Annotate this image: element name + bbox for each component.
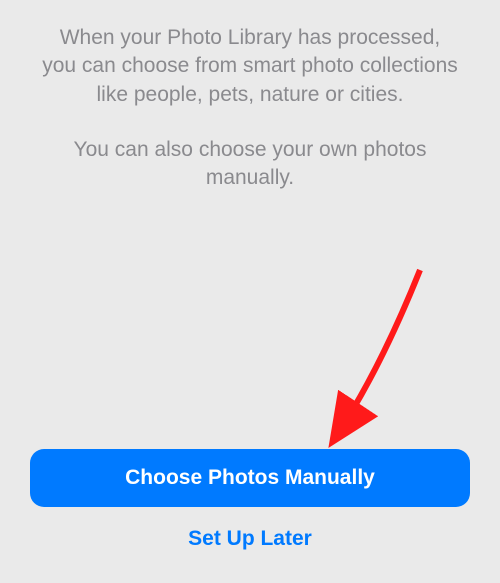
- info-paragraph-2: You can also choose your own photos manu…: [40, 136, 460, 193]
- set-up-later-button[interactable]: Set Up Later: [30, 513, 470, 565]
- bottom-actions: Choose Photos Manually Set Up Later: [0, 449, 500, 565]
- info-paragraph-1: When your Photo Library has processed, y…: [40, 24, 460, 109]
- choose-photos-manually-button[interactable]: Choose Photos Manually: [30, 449, 470, 507]
- info-content: When your Photo Library has processed, y…: [0, 0, 500, 193]
